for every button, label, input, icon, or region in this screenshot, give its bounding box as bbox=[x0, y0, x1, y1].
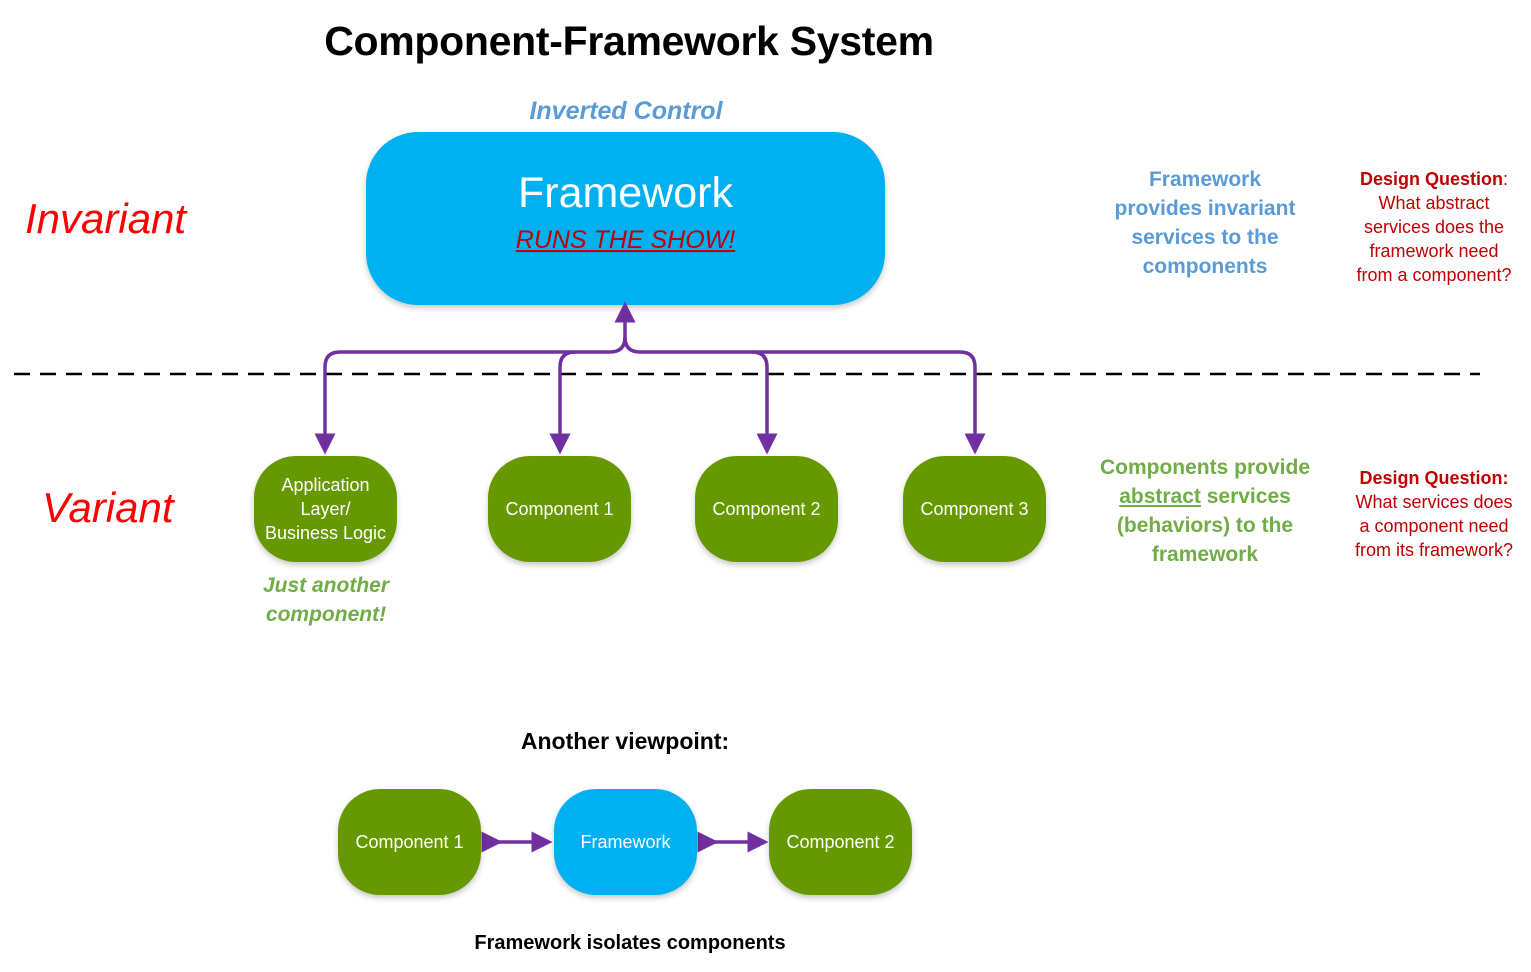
app-layer-line: Business Logic bbox=[264, 523, 387, 543]
component-note-line: Components provide bbox=[1099, 456, 1310, 479]
design-question-heading: Design Question: bbox=[1359, 169, 1509, 189]
app-layer-caption-line: component! bbox=[265, 603, 387, 626]
arrow-to-component-3 bbox=[752, 350, 986, 455]
component-note: Components provide abstract services (be… bbox=[1090, 453, 1320, 569]
framework-note-line: components bbox=[1142, 255, 1268, 278]
app-layer-line: Layer/ bbox=[300, 499, 351, 519]
arrow-to-component-2 bbox=[623, 336, 778, 455]
app-layer-caption-line: Just another bbox=[262, 574, 390, 597]
app-layer-line: Application bbox=[281, 475, 370, 495]
alt-framework-node: Framework bbox=[554, 789, 697, 895]
design-question-line: from a component? bbox=[1356, 265, 1512, 285]
component-2-label: Component 2 bbox=[712, 499, 821, 519]
component-note-line: framework bbox=[1151, 543, 1259, 566]
component-note-line: (behaviors) to the bbox=[1116, 514, 1294, 537]
alt-component-1-node: Component 1 bbox=[338, 789, 481, 895]
abstract-emphasis: abstract bbox=[1119, 485, 1201, 508]
design-question-line: services does the bbox=[1363, 217, 1505, 237]
component-1-node: Component 1 bbox=[488, 456, 631, 562]
framework-note-line: provides invariant bbox=[1114, 197, 1296, 220]
arrow-to-component-1 bbox=[549, 350, 576, 455]
design-question-line: a component need bbox=[1359, 516, 1509, 536]
component-note-fragment: services bbox=[1200, 485, 1291, 508]
alt-component-2-label: Component 2 bbox=[786, 832, 895, 852]
app-layer-caption: Just another component! bbox=[236, 571, 416, 629]
component-2-node: Component 2 bbox=[695, 456, 838, 562]
app-layer-node: Application Layer/ Business Logic bbox=[254, 456, 397, 562]
component-3-node: Component 3 bbox=[903, 456, 1046, 562]
design-question-framework: Design Question: What abstract services … bbox=[1344, 167, 1524, 287]
alt-component-1-label: Component 1 bbox=[355, 832, 464, 852]
framework-note-line: services to the bbox=[1131, 226, 1279, 249]
framework-note-line: Framework bbox=[1148, 168, 1262, 191]
component-1-label: Component 1 bbox=[505, 499, 614, 519]
design-question-line: framework need bbox=[1369, 241, 1499, 261]
alt-view-caption: Framework isolates components bbox=[474, 932, 786, 954]
component-3-label: Component 3 bbox=[920, 499, 1029, 519]
design-question-line: from its framework? bbox=[1354, 540, 1514, 560]
alt-view-heading: Another viewpoint: bbox=[520, 728, 730, 754]
arrow-to-app-layer bbox=[314, 336, 627, 455]
framework-note: Framework provides invariant services to… bbox=[1100, 165, 1310, 281]
design-question-line: What abstract bbox=[1378, 193, 1490, 213]
alt-component-2-node: Component 2 bbox=[769, 789, 912, 895]
component-note-line: abstract services bbox=[1090, 482, 1320, 511]
alt-framework-label: Framework bbox=[580, 832, 671, 852]
design-question-line: What services does bbox=[1355, 492, 1513, 512]
design-question-heading: Design Question: bbox=[1359, 468, 1509, 488]
design-question-component: Design Question: What services does a co… bbox=[1344, 466, 1524, 562]
